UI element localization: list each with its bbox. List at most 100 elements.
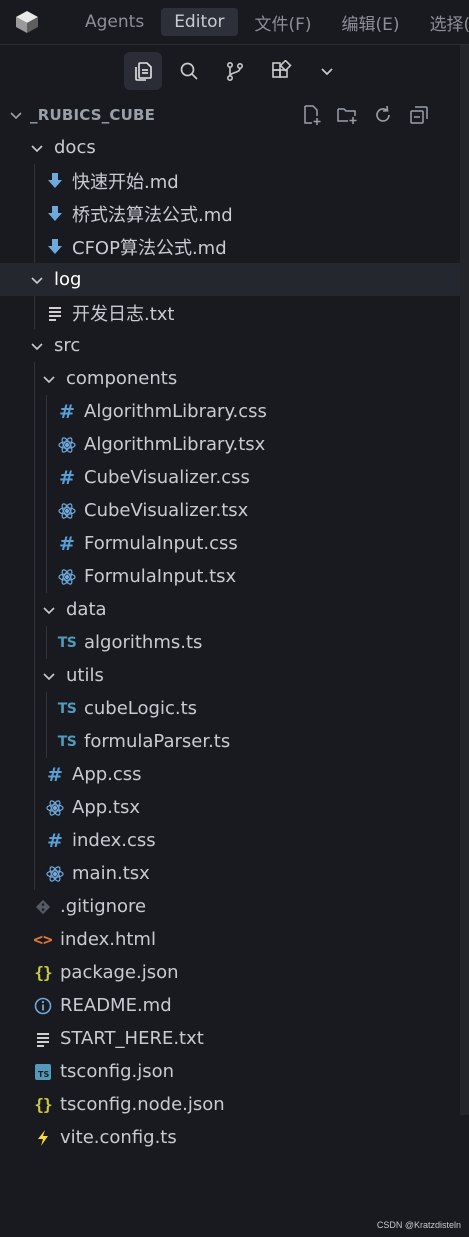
- folder-log[interactable]: log: [0, 263, 469, 296]
- activity-bar: [0, 45, 469, 97]
- chevron-down-icon[interactable]: [308, 52, 346, 90]
- search-icon[interactable]: [170, 52, 208, 90]
- folder-utils[interactable]: utils: [0, 659, 469, 692]
- file-item[interactable]: 快速开始.md: [0, 164, 469, 197]
- tree-item-label: 快速开始.md: [72, 171, 179, 193]
- tree-item-label: AlgorithmLibrary.tsx: [84, 434, 266, 455]
- menu-item-4[interactable]: 选择(S): [417, 6, 469, 39]
- indent-guide: [34, 527, 35, 560]
- file-item[interactable]: .gitignore: [0, 890, 469, 923]
- workspace-title: _RUBICS_CUBE: [30, 106, 156, 124]
- css-hash-icon: #: [47, 829, 63, 852]
- source-control-icon[interactable]: [216, 52, 254, 90]
- file-item[interactable]: 桥式法算法公式.md: [0, 197, 469, 230]
- indent-guide: [34, 164, 35, 197]
- indent-guide: [34, 362, 35, 395]
- tree-item-label: docs: [54, 137, 96, 158]
- title-bar: AgentsEditor文件(F)编辑(E)选择(S): [0, 0, 469, 45]
- file-item[interactable]: {} package.json: [0, 956, 469, 989]
- file-item[interactable]: AlgorithmLibrary.tsx: [0, 428, 469, 461]
- editor-window: AgentsEditor文件(F)编辑(E)选择(S): [0, 0, 469, 1237]
- file-item[interactable]: App.tsx: [0, 791, 469, 824]
- indent-guide: [34, 758, 35, 791]
- file-item[interactable]: README.md: [0, 989, 469, 1022]
- chevron-down-icon[interactable]: [40, 370, 58, 388]
- indent-guide: [34, 428, 35, 461]
- folder-components[interactable]: components: [0, 362, 469, 395]
- chevron-down-icon[interactable]: [28, 139, 46, 157]
- file-item[interactable]: FormulaInput.tsx: [0, 560, 469, 593]
- indent-guide: [46, 395, 47, 428]
- refresh-icon[interactable]: [371, 103, 395, 127]
- chevron-down-icon[interactable]: [8, 107, 24, 123]
- react-icon: [46, 865, 64, 883]
- react-icon: [58, 502, 76, 520]
- file-item[interactable]: TS algorithms.ts: [0, 626, 469, 659]
- file-item[interactable]: <> index.html: [0, 923, 469, 956]
- indent-guide: [34, 296, 35, 329]
- chevron-down-icon[interactable]: [28, 271, 46, 289]
- chevron-down-icon[interactable]: [40, 667, 58, 685]
- html-code-icon: <>: [33, 930, 53, 949]
- file-item[interactable]: # AlgorithmLibrary.css: [0, 395, 469, 428]
- vite-lightning-icon: [34, 1129, 52, 1147]
- file-item[interactable]: vite.config.ts: [0, 1121, 469, 1154]
- file-item[interactable]: # FormulaInput.css: [0, 527, 469, 560]
- indent-guide: [34, 626, 35, 659]
- extensions-icon[interactable]: [262, 52, 300, 90]
- tree-item-label: FormulaInput.css: [84, 533, 238, 554]
- file-item[interactable]: # index.css: [0, 824, 469, 857]
- app-logo-icon: [16, 11, 38, 33]
- svg-text:TS: TS: [38, 1070, 49, 1079]
- menu-item-3[interactable]: 编辑(E): [329, 6, 413, 39]
- react-icon: [46, 799, 64, 817]
- tree-item-label: CFOP算法公式.md: [72, 237, 227, 259]
- indent-guide: [34, 461, 35, 494]
- tree-item-label: FormulaInput.tsx: [84, 566, 237, 587]
- chevron-down-icon[interactable]: [40, 601, 58, 619]
- css-hash-icon: #: [59, 400, 75, 423]
- indent-guide: [34, 659, 35, 692]
- files-icon[interactable]: [123, 52, 162, 90]
- tree-item-label: CubeVisualizer.css: [84, 467, 250, 488]
- menu-item-0[interactable]: Agents: [72, 8, 157, 36]
- file-item[interactable]: CubeVisualizer.tsx: [0, 494, 469, 527]
- scrollbar[interactable]: [460, 45, 469, 1115]
- indent-guide: [34, 824, 35, 857]
- new-file-icon[interactable]: [299, 103, 323, 127]
- tree-item-label: START_HERE.txt: [60, 1028, 204, 1049]
- file-item[interactable]: # CubeVisualizer.css: [0, 461, 469, 494]
- tree-item-label: src: [54, 335, 81, 356]
- file-item[interactable]: {} tsconfig.node.json: [0, 1088, 469, 1121]
- explorer-header[interactable]: _RUBICS_CUBE: [0, 99, 469, 131]
- folder-data[interactable]: data: [0, 593, 469, 626]
- file-item[interactable]: 开发日志.txt: [0, 296, 469, 329]
- tree-item-label: index.html: [60, 929, 156, 950]
- file-item[interactable]: START_HERE.txt: [0, 1022, 469, 1055]
- folder-src[interactable]: src: [0, 329, 469, 362]
- new-folder-icon[interactable]: [335, 103, 359, 127]
- file-item[interactable]: # App.css: [0, 758, 469, 791]
- tree-item-label: AlgorithmLibrary.css: [84, 401, 267, 422]
- indent-guide: [34, 791, 35, 824]
- react-icon: [58, 436, 76, 454]
- file-item[interactable]: CFOP算法公式.md: [0, 230, 469, 263]
- indent-guide: [34, 197, 35, 230]
- menu-item-2[interactable]: 文件(F): [242, 6, 325, 39]
- menu-item-1[interactable]: Editor: [161, 8, 238, 36]
- indent-guide: [34, 560, 35, 593]
- indent-guide: [34, 857, 35, 890]
- indent-guide: [46, 626, 47, 659]
- indent-guide: [46, 494, 47, 527]
- file-item[interactable]: main.tsx: [0, 857, 469, 890]
- react-icon: [58, 568, 76, 586]
- file-item[interactable]: TS tsconfig.json: [0, 1055, 469, 1088]
- typescript-icon: TS: [57, 634, 77, 651]
- markdown-download-icon: [46, 238, 64, 256]
- collapse-all-icon[interactable]: [407, 103, 431, 127]
- folder-docs[interactable]: docs: [0, 131, 469, 164]
- chevron-down-icon[interactable]: [28, 337, 46, 355]
- text-file-icon: [46, 304, 64, 322]
- file-item[interactable]: TS formulaParser.ts: [0, 725, 469, 758]
- file-item[interactable]: TS cubeLogic.ts: [0, 692, 469, 725]
